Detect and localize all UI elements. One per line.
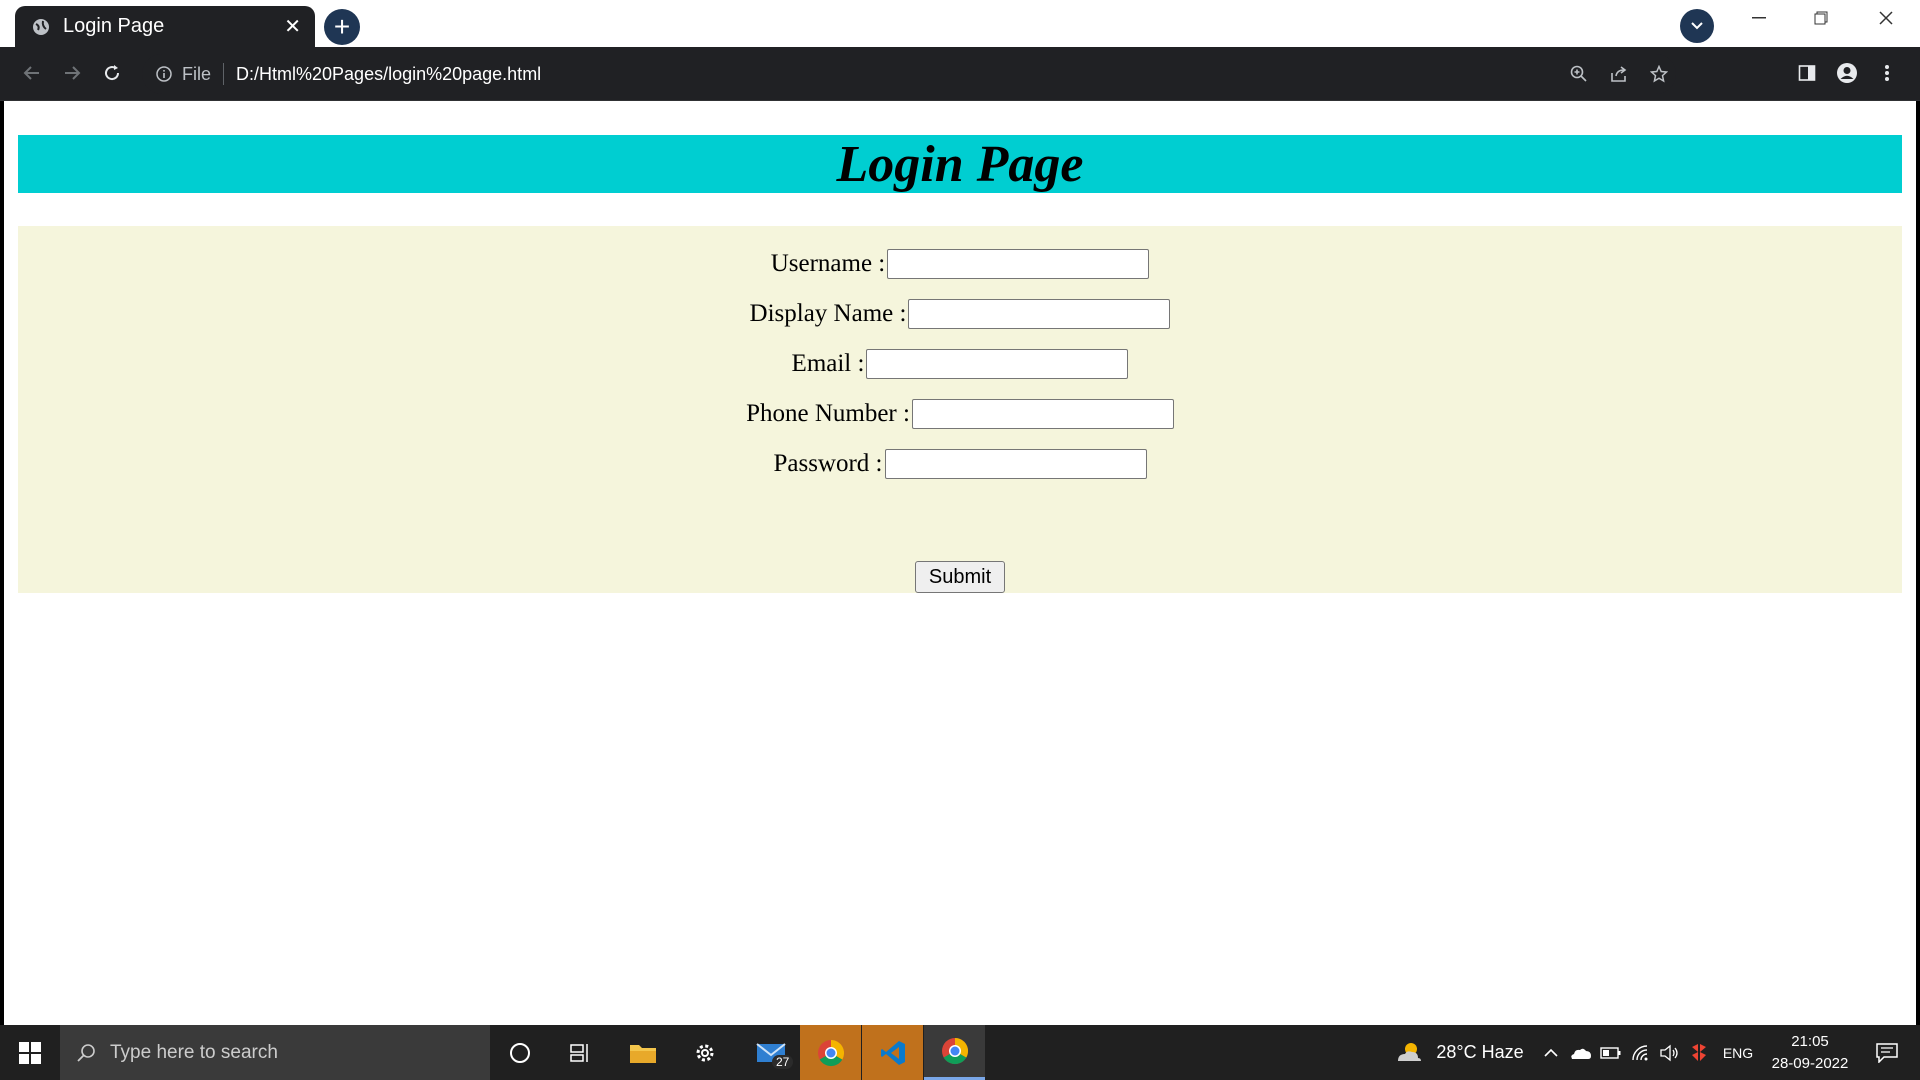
email-row: Email : (18, 347, 1902, 381)
folder-icon (630, 1044, 656, 1063)
task-view-icon (570, 1043, 588, 1062)
password-row: Password : (18, 447, 1902, 481)
page-viewport: Login Page Username : Display Name : Ema… (4, 101, 1916, 1025)
windows-icon (19, 1041, 41, 1064)
close-window-button[interactable] (1855, 0, 1917, 36)
gear-icon (696, 1044, 714, 1061)
scheme-label: File (182, 63, 212, 84)
browser-tab-strip: Login Page ✕ + (0, 0, 1920, 47)
notification-icon (1876, 1042, 1898, 1063)
menu-button[interactable] (1870, 57, 1904, 89)
reload-button[interactable] (96, 57, 128, 89)
login-form: Username : Display Name : Email : Phone … (18, 226, 1902, 593)
chrome-app-button[interactable] (800, 1025, 861, 1080)
username-input[interactable] (887, 249, 1150, 279)
reload-icon (105, 65, 120, 81)
settings-button[interactable] (680, 1025, 730, 1080)
back-button[interactable] (16, 57, 48, 89)
language-indicator[interactable]: ENG (1716, 1025, 1760, 1080)
username-label: Username : (770, 250, 886, 277)
wifi-icon[interactable] (1628, 1025, 1654, 1080)
file-explorer-button[interactable] (617, 1025, 669, 1080)
chrome-icon (941, 1037, 968, 1065)
chrome-icon (817, 1039, 844, 1066)
more-vert-icon (1885, 65, 1889, 81)
browser-toolbar: File D:/Html%20Pages/login%20page.html (0, 47, 1920, 101)
username-row: Username : (18, 247, 1902, 281)
clock[interactable]: 21:05 28-09-2022 (1760, 1031, 1860, 1075)
display-name-input[interactable] (908, 299, 1171, 329)
close-icon (1879, 11, 1893, 25)
clock-date: 28-09-2022 (1771, 1055, 1849, 1072)
new-tab-button[interactable]: + (324, 9, 360, 45)
browser-tab[interactable]: Login Page ✕ (15, 6, 315, 47)
restore-button[interactable] (1790, 0, 1852, 36)
onedrive-icon[interactable] (1568, 1025, 1594, 1080)
search-placeholder: Type here to search (110, 1041, 278, 1063)
start-button[interactable] (0, 1025, 60, 1080)
address-divider (223, 63, 225, 85)
email-input[interactable] (866, 349, 1129, 379)
forward-button[interactable] (56, 57, 88, 89)
chevron-up-icon[interactable] (1538, 1025, 1564, 1080)
email-label: Email : (791, 350, 865, 377)
volume-icon[interactable] (1656, 1025, 1682, 1080)
page-heading-banner: Login Page (18, 135, 1902, 193)
page-title: Login Page (836, 135, 1084, 193)
language-text: ENG (1722, 1044, 1754, 1061)
chevron-down-icon (1691, 22, 1703, 30)
arrow-left-icon (23, 66, 39, 80)
display-name-row: Display Name : (18, 297, 1902, 331)
password-label: Password : (773, 450, 883, 477)
app-tray-icon[interactable] (1686, 1025, 1712, 1080)
side-panel-button[interactable] (1790, 57, 1824, 89)
chrome-active-button[interactable] (924, 1025, 985, 1080)
password-input[interactable] (884, 449, 1147, 479)
vscode-button[interactable] (862, 1025, 923, 1080)
url-text[interactable]: D:/Html%20Pages/login%20page.html (236, 64, 541, 85)
side-panel-icon (1798, 65, 1816, 81)
restore-icon (1814, 11, 1828, 25)
display-name-label: Display Name : (749, 300, 907, 327)
profile-button[interactable] (1830, 57, 1864, 89)
phone-input[interactable] (911, 399, 1174, 429)
weather-widget[interactable]: 28°C Haze (1435, 1025, 1525, 1080)
weather-text: 28°C Haze (1436, 1042, 1524, 1062)
zoom-icon[interactable] (1562, 54, 1596, 94)
notifications-button[interactable] (1862, 1025, 1912, 1080)
phone-label: Phone Number : (746, 400, 910, 427)
tab-search-button[interactable] (1680, 9, 1714, 43)
minimize-button[interactable] (1728, 0, 1790, 36)
submit-button[interactable]: Submit (915, 561, 1005, 593)
cortana-button[interactable] (495, 1025, 545, 1080)
tab-title: Login Page (63, 15, 165, 37)
address-bar[interactable]: File D:/Html%20Pages/login%20page.html (142, 54, 1676, 94)
mail-badge: 27 (772, 1055, 794, 1069)
star-icon[interactable] (1642, 54, 1676, 94)
minimize-icon (1752, 17, 1766, 19)
taskbar-search[interactable]: Type here to search (60, 1025, 490, 1080)
mail-button[interactable]: 27 (742, 1025, 802, 1080)
phone-row: Phone Number : (18, 397, 1902, 431)
task-view-button[interactable] (555, 1025, 605, 1080)
tab-close-icon[interactable]: ✕ (284, 14, 301, 39)
globe-icon (31, 17, 51, 37)
taskbar: Type here to search 27 28°C Haze ENG 21:… (0, 1025, 1920, 1080)
arrow-right-icon (65, 66, 81, 80)
info-icon[interactable] (154, 64, 174, 84)
search-icon (77, 1043, 95, 1062)
cortana-icon (510, 1042, 530, 1063)
clock-time: 21:05 (1791, 1033, 1829, 1050)
battery-icon[interactable] (1598, 1025, 1624, 1080)
profile-icon (1837, 63, 1857, 83)
vscode-icon (880, 1040, 905, 1065)
share-icon[interactable] (1602, 54, 1636, 94)
weather-icon[interactable] (1395, 1025, 1423, 1080)
